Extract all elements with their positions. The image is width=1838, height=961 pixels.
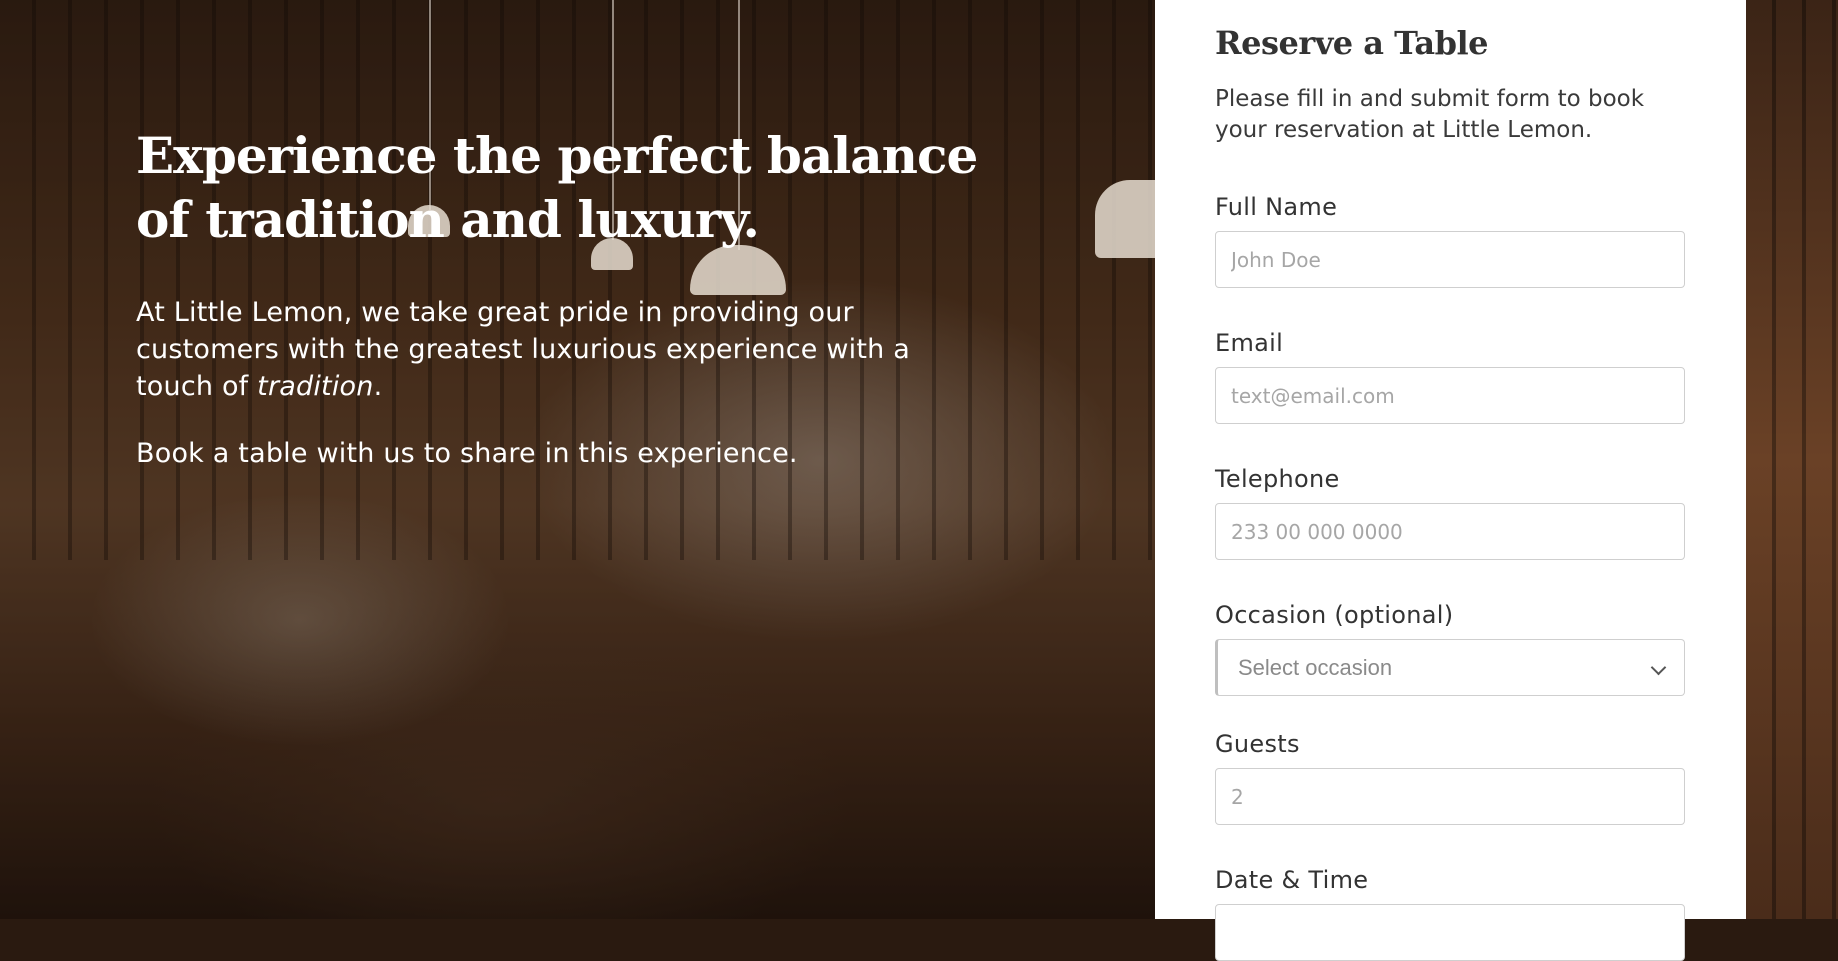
full-name-field (1215, 231, 1685, 288)
form-description: Please fill in and submit form to book y… (1215, 86, 1645, 143)
hero-paragraph-emphasis: tradition (257, 371, 374, 402)
telephone-field (1215, 503, 1685, 560)
full-name-input[interactable] (1216, 232, 1684, 287)
reservation-form-panel: Reserve a Table Please fill in and submi… (1155, 0, 1746, 961)
hero-paragraph-end: . (373, 371, 383, 402)
hero-headline: Experience the perfect balance of tradit… (136, 126, 978, 249)
background-right-edge (1746, 0, 1838, 919)
hero-paragraph: At Little Lemon, we take great pride in … (136, 294, 986, 405)
occasion-selected-value: Select occasion (1238, 655, 1393, 680)
email-label: Email (1215, 329, 1284, 357)
email-field (1215, 367, 1685, 424)
email-input[interactable] (1216, 368, 1684, 423)
hero-call-to-action-text: Book a table with us to share in this ex… (136, 438, 798, 469)
form-title: Reserve a Table (1215, 24, 1489, 62)
hero-section: Experience the perfect balance of tradit… (136, 124, 986, 472)
full-name-label: Full Name (1215, 193, 1338, 221)
guests-input[interactable] (1216, 769, 1684, 824)
telephone-input[interactable] (1216, 504, 1684, 559)
occasion-label: Occasion (optional) (1215, 601, 1454, 629)
occasion-select[interactable]: Select occasion (1215, 639, 1685, 696)
guests-field (1215, 768, 1685, 825)
date-time-label: Date & Time (1215, 866, 1369, 894)
guests-label: Guests (1215, 730, 1300, 758)
date-time-field[interactable] (1215, 904, 1685, 961)
telephone-label: Telephone (1215, 465, 1340, 493)
chevron-down-icon (1650, 659, 1667, 676)
hero-paragraph-text: At Little Lemon, we take great pride in … (136, 297, 911, 402)
